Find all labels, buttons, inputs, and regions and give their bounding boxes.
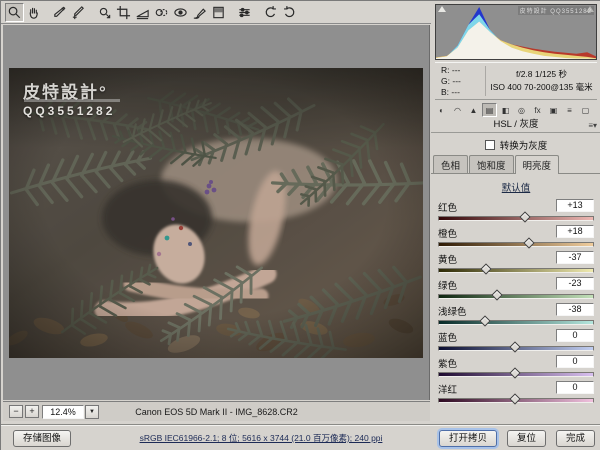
image-canvas[interactable]: 皮特設計° QQ3551282 <box>3 25 430 400</box>
slider-value[interactable]: -37 <box>556 251 594 264</box>
save-image-button[interactable]: 存储图像 <box>13 430 71 447</box>
slider-value[interactable]: -23 <box>556 277 594 290</box>
hsl-slider-row: 黄色 -37 <box>438 251 594 277</box>
exposure-line: f/2.8 1/125 秒 <box>486 68 597 81</box>
slider-track[interactable] <box>438 320 594 325</box>
slider-value[interactable]: 0 <box>556 381 594 394</box>
grayscale-label: 转换为灰度 <box>500 138 548 152</box>
slider-label: 黄色 <box>438 252 457 266</box>
histogram: 皮特設計 QQ3551282 <box>435 4 597 60</box>
slider-value[interactable]: 0 <box>556 329 594 342</box>
snapshots-tab-icon[interactable]: ▢ <box>578 103 593 117</box>
zoom-tool-icon[interactable] <box>5 3 24 22</box>
tone-curve-tab-icon[interactable]: ◠ <box>450 103 465 117</box>
hand-tool-icon[interactable] <box>24 3 43 22</box>
adjustments-panel: 皮特設計 QQ3551282 R: --- G: --- B: --- f/2.… <box>431 1 600 424</box>
slider-label: 浅绿色 <box>438 304 467 318</box>
subtab-saturation[interactable]: 饱和度 <box>469 155 514 173</box>
iso-lens-line: ISO 400 70-200@135 毫米 <box>486 81 597 94</box>
open-copy-button[interactable]: 打开拷贝 <box>439 430 497 447</box>
white-balance-tool-icon[interactable] <box>50 3 69 22</box>
presets-tab-icon[interactable]: ≡ <box>562 103 577 117</box>
hsl-grayscale-tab-icon[interactable]: ▤ <box>482 103 497 117</box>
rgb-readout: R: --- G: --- B: --- <box>435 65 485 98</box>
crop-tool-icon[interactable] <box>114 3 133 22</box>
panel-title-row: HSL / 灰度 ≡▾ <box>431 118 600 133</box>
default-link[interactable]: 默认值 <box>502 183 531 194</box>
exif-info: R: --- G: --- B: --- f/2.8 1/125 秒 ISO 4… <box>435 62 597 100</box>
detail-tab-icon[interactable]: ▲ <box>466 103 481 117</box>
panel-tab-strip: ◐◠▲▤◧◎fx▣≡▢ <box>431 100 600 118</box>
hsl-slider-row: 浅绿色 -38 <box>438 303 594 329</box>
lens-corrections-tab-icon[interactable]: ◎ <box>514 103 529 117</box>
filename-label: Canon EOS 5D Mark II - IMG_8628.CR2 <box>3 407 430 417</box>
slider-track[interactable] <box>438 242 594 247</box>
slider-label: 洋红 <box>438 382 457 396</box>
slider-label: 蓝色 <box>438 330 457 344</box>
hsl-slider-row: 蓝色 0 <box>438 329 594 355</box>
straighten-tool-icon[interactable] <box>133 3 152 22</box>
split-toning-tab-icon[interactable]: ◧ <box>498 103 513 117</box>
slider-label: 紫色 <box>438 356 457 370</box>
done-button[interactable]: 完成 <box>556 430 595 447</box>
red-eye-removal-tool-icon[interactable] <box>171 3 190 22</box>
rotate-ccw-icon[interactable] <box>261 3 280 22</box>
photo-preview[interactable]: 皮特設計° QQ3551282 <box>9 68 423 358</box>
slider-label: 橙色 <box>438 226 457 240</box>
slider-value[interactable]: +13 <box>556 199 594 212</box>
graduated-filter-tool-icon[interactable] <box>209 3 228 22</box>
slider-track[interactable] <box>438 268 594 273</box>
panel-title: HSL / 灰度 <box>431 118 600 132</box>
photo-watermark-subtitle-bar <box>24 99 120 102</box>
reset-button[interactable]: 复位 <box>507 430 546 447</box>
hsl-slider-row: 红色 +13 <box>438 199 594 225</box>
slider-label: 红色 <box>438 200 457 214</box>
adjustment-brush-tool-icon[interactable] <box>190 3 209 22</box>
photo-watermark-qq: QQ3551282 <box>23 104 115 118</box>
hsl-subtabs: 色相 饱和度 明亮度 <box>431 157 600 174</box>
slider-track[interactable] <box>438 294 594 299</box>
subtab-hue[interactable]: 色相 <box>433 155 468 173</box>
preferences-tool-icon[interactable] <box>235 3 254 22</box>
shadow-clipping-icon[interactable] <box>438 6 446 12</box>
exposure-info: f/2.8 1/125 秒 ISO 400 70-200@135 毫米 <box>486 68 597 94</box>
slider-list: 红色 +13 橙色 +18 黄色 -37 绿色 -23 浅绿色 -38 蓝色 0 紫色 0 洋红 0 <box>431 199 600 407</box>
slider-value[interactable]: 0 <box>556 355 594 368</box>
hsl-slider-row: 橙色 +18 <box>438 225 594 251</box>
spot-removal-tool-icon[interactable] <box>152 3 171 22</box>
subtab-luminance[interactable]: 明亮度 <box>515 155 560 174</box>
rotate-cw-icon[interactable] <box>280 3 299 22</box>
effects-tab-icon[interactable]: fx <box>530 103 545 117</box>
hsl-slider-row: 绿色 -23 <box>438 277 594 303</box>
slider-track[interactable] <box>438 216 594 221</box>
slider-label: 绿色 <box>438 278 457 292</box>
workflow-options-link[interactable]: sRGB IEC61966-2.1; 8 位; 5616 x 3744 (21.… <box>121 432 401 444</box>
zoom-bar: − + 12.4% ▼ Canon EOS 5D Mark II - IMG_8… <box>3 401 430 421</box>
grayscale-checkbox[interactable] <box>485 140 495 150</box>
panel-menu-icon[interactable]: ≡▾ <box>588 121 597 130</box>
slider-value[interactable]: -38 <box>556 303 594 316</box>
hsl-slider-row: 洋红 0 <box>438 381 594 407</box>
basic-tab-icon[interactable]: ◐ <box>434 103 449 117</box>
color-sampler-tool-icon[interactable] <box>69 3 88 22</box>
slider-value[interactable]: +18 <box>556 225 594 238</box>
camera-calibration-tab-icon[interactable]: ▣ <box>546 103 561 117</box>
targeted-adjustment-tool-icon[interactable] <box>95 3 114 22</box>
hsl-slider-row: 紫色 0 <box>438 355 594 381</box>
grayscale-toggle-row[interactable]: 转换为灰度 <box>431 135 600 155</box>
footer-bar: 存储图像 sRGB IEC61966-2.1; 8 位; 5616 x 3744… <box>1 424 600 450</box>
histogram-watermark: 皮特設計 QQ3551282 <box>518 6 594 15</box>
